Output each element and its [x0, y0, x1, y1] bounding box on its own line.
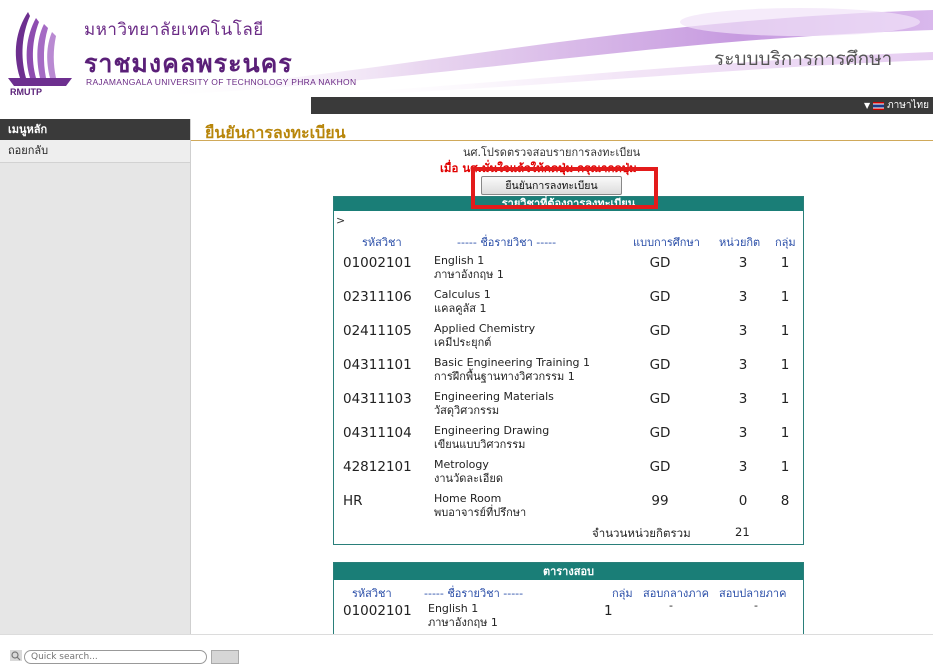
table-row: 04311104 Engineering Drawing เขียนแบบวิศว…: [334, 423, 803, 457]
col-header-mode: แบบการศึกษา: [633, 236, 700, 249]
exam-col-header-group: กลุ่ม: [612, 587, 633, 600]
exam-course-code: 01002101: [343, 603, 412, 619]
table-row: 02411105 Applied Chemistry เคมีประยุกต์ G…: [334, 321, 803, 355]
course-code: 02411105: [343, 323, 412, 339]
course-code: 04311103: [343, 391, 412, 407]
system-name: ระบบบริการการศึกษา: [714, 48, 893, 70]
site-header: RMUTP มหาวิทยาลัยเทคโนโลยี ราชมงคลพระนคร…: [0, 0, 933, 97]
exam-midterm: -: [669, 599, 673, 612]
course-group: 1: [780, 425, 790, 441]
sidebar-item-back[interactable]: ถอยกลับ: [0, 140, 190, 163]
exam-final: -: [754, 599, 758, 612]
course-group: 1: [780, 323, 790, 339]
course-name: Applied Chemistry เคมีประยุกต์: [434, 322, 536, 349]
footer-divider: [0, 634, 933, 635]
course-name: Metrology งานวัดละเอียด: [434, 458, 503, 485]
table-row: 01002101 English 1 ภาษาอังกฤษ 1 1 - -: [334, 599, 803, 635]
course-group: 1: [780, 391, 790, 407]
table-row: 02311106 Calculus 1 แคลคูลัส 1 GD 3 1: [334, 287, 803, 321]
course-mode: GD: [649, 459, 671, 475]
col-header-name: ----- ชื่อรายวิชา -----: [457, 236, 557, 249]
course-credits: 3: [738, 459, 748, 475]
title-divider: [191, 140, 933, 141]
course-code: 01002101: [343, 255, 412, 271]
course-group: 8: [780, 493, 790, 509]
language-selector[interactable]: ▼ ภาษาไทย: [864, 98, 929, 113]
course-mode: GD: [649, 323, 671, 339]
col-header-group: กลุ่ม: [775, 236, 796, 249]
exam-col-header-midterm: สอบกลางภาค: [643, 587, 710, 600]
course-code: 02311106: [343, 289, 412, 305]
table-row: HR Home Room พบอาจารย์ที่ปรึกษา 99 0 8: [334, 491, 803, 525]
exam-col-header-code: รหัสวิชา: [352, 587, 392, 600]
course-group: 1: [780, 289, 790, 305]
exam-col-header-final: สอบปลายภาค: [719, 587, 787, 600]
courses-table: รายวิชาที่ต้องการลงทะเบียน > รหัสวิชา --…: [333, 196, 804, 545]
notice-check-registration: นศ.โปรดตรวจสอบรายการลงทะเบียน: [463, 146, 641, 159]
course-name: Basic Engineering Training 1 การฝึกพื้นฐา…: [434, 356, 591, 383]
university-name-thai-line1: มหาวิทยาลัยเทคโนโลยี: [84, 20, 264, 40]
course-code: HR: [343, 493, 363, 509]
course-credits: 3: [738, 323, 748, 339]
exam-col-header-name: ----- ชื่อรายวิชา -----: [424, 587, 524, 600]
course-credits: 3: [738, 391, 748, 407]
exam-course-name: English 1 ภาษาอังกฤษ 1: [428, 602, 498, 629]
course-code: 04311104: [343, 425, 412, 441]
course-mode: GD: [649, 391, 671, 407]
course-group: 1: [780, 255, 790, 271]
exam-group: 1: [604, 603, 613, 619]
course-name: Calculus 1 แคลคูลัส 1: [434, 288, 491, 315]
course-credits: 3: [738, 425, 748, 441]
course-credits: 3: [738, 289, 748, 305]
total-credits-label: จำนวนหน่วยกิตรวม: [592, 526, 691, 540]
university-name-english: RAJAMANGALA UNIVERSITY OF TECHNOLOGY PHR…: [86, 77, 357, 87]
table-row: 04311101 Basic Engineering Training 1 การ…: [334, 355, 803, 389]
exam-schedule-table: ตารางสอบ รหัสวิชา ----- ชื่อรายวิชา ----…: [333, 562, 804, 635]
course-group: 1: [780, 357, 790, 373]
rmutp-logo: RMUTP: [8, 12, 72, 96]
exam-table-title: ตารางสอบ: [334, 563, 803, 580]
search-button[interactable]: [211, 650, 239, 664]
table-row: 04311103 Engineering Materials วัสดุวิศวก…: [334, 389, 803, 423]
course-credits: 3: [738, 255, 748, 271]
thai-flag-icon: [873, 101, 885, 110]
course-group: 1: [780, 459, 790, 475]
caret-marker: >: [336, 214, 346, 227]
course-mode: GD: [649, 357, 671, 373]
language-label: ภาษาไทย: [887, 100, 929, 111]
red-highlight-annotation: [471, 167, 658, 209]
table-row: 01002101 English 1 ภาษาอังกฤษ 1 GD 3 1: [334, 253, 803, 287]
col-header-credits: หน่วยกิต: [719, 236, 761, 249]
course-mode: GD: [649, 425, 671, 441]
course-credits: 0: [738, 493, 748, 509]
page-title: ยืนยันการลงทะเบียน: [205, 123, 346, 142]
top-nav-bar: ▼ ภาษาไทย: [311, 97, 933, 114]
quick-search-input[interactable]: [24, 650, 207, 664]
course-code: 42812101: [343, 459, 412, 475]
course-name: Home Room พบอาจารย์ที่ปรึกษา: [434, 492, 527, 519]
chevron-down-icon: ▼: [863, 101, 871, 110]
course-name: Engineering Drawing เขียนแบบวิศวกรรม: [434, 424, 550, 451]
total-credits-value: 21: [735, 525, 750, 539]
course-mode: GD: [649, 255, 671, 271]
course-name: Engineering Materials วัสดุวิศวกรรม: [434, 390, 554, 417]
course-mode: GD: [649, 289, 671, 305]
course-mode: 99: [651, 493, 669, 509]
search-icon: [10, 650, 22, 661]
sidebar-header: เมนูหลัก: [0, 119, 190, 140]
table-row: 42812101 Metrology งานวัดละเอียด GD 3 1: [334, 457, 803, 491]
logo-text: RMUTP: [10, 87, 42, 96]
col-header-code: รหัสวิชา: [362, 236, 402, 249]
course-code: 04311101: [343, 357, 412, 373]
course-credits: 3: [738, 357, 748, 373]
course-name: English 1 ภาษาอังกฤษ 1: [434, 254, 504, 281]
sidebar: เมนูหลัก ถอยกลับ: [0, 119, 191, 634]
